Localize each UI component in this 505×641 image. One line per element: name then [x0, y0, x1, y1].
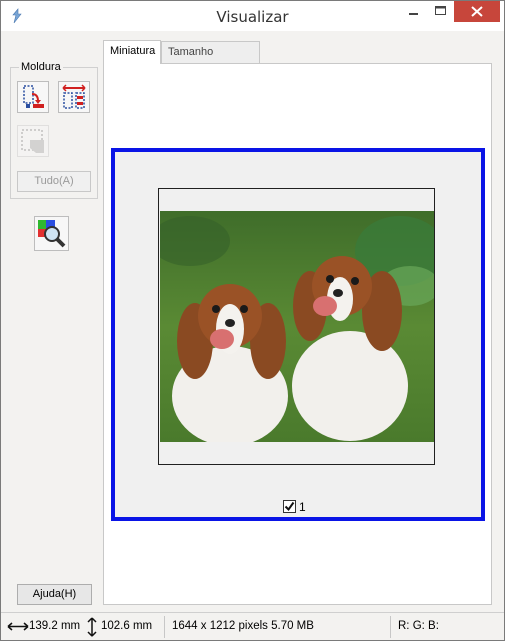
- adjust-frame-icon: [62, 84, 86, 109]
- delete-frame-icon: [21, 129, 44, 153]
- image-size-info: 1644 x 1212 pixels 5.70 MB: [172, 620, 314, 632]
- auto-locate-icon: [23, 85, 44, 108]
- tab-tamanho-completo[interactable]: Tamanho Completo: [161, 41, 260, 78]
- title-bar: Visualizar: [1, 1, 504, 31]
- close-icon: [471, 6, 483, 17]
- close-button[interactable]: [454, 1, 500, 22]
- rgb-readout: R: G: B:: [398, 620, 439, 632]
- height-arrow-icon: [87, 617, 97, 637]
- magnifier-icon: [38, 220, 66, 248]
- dogs-photo: [160, 211, 434, 442]
- height-value: 102.6 mm: [101, 620, 153, 632]
- minimize-icon: [409, 13, 418, 15]
- auto-locate-button[interactable]: [17, 81, 49, 113]
- moldura-label: Moldura: [19, 61, 63, 73]
- all-frames-button[interactable]: Tudo(A): [17, 171, 91, 192]
- frame-checkbox[interactable]: [283, 500, 296, 513]
- delete-frame-button[interactable]: [17, 125, 49, 157]
- checkmark-icon: [284, 501, 295, 512]
- adjust-frame-button[interactable]: [58, 81, 90, 113]
- width-value: 139.2 mm: [29, 620, 81, 632]
- zoom-button[interactable]: [34, 216, 69, 251]
- status-bar: 139.2 mm 102.6 mm 1644 x 1212 pixels 5.7…: [1, 612, 504, 640]
- status-divider: [164, 616, 165, 638]
- frame-number: 1: [299, 500, 306, 514]
- help-button[interactable]: Ajuda(H): [17, 584, 92, 605]
- maximize-button[interactable]: [427, 1, 454, 22]
- width-arrow-icon: [7, 622, 29, 631]
- preview-window: Visualizar Moldura Tudo(A) Ajuda(H) Mini…: [0, 0, 505, 641]
- status-divider: [390, 616, 391, 638]
- minimize-button[interactable]: [400, 1, 427, 22]
- maximize-icon: [435, 6, 446, 15]
- thumbnail-image: [160, 211, 434, 442]
- tab-miniatura[interactable]: Miniatura: [103, 40, 161, 64]
